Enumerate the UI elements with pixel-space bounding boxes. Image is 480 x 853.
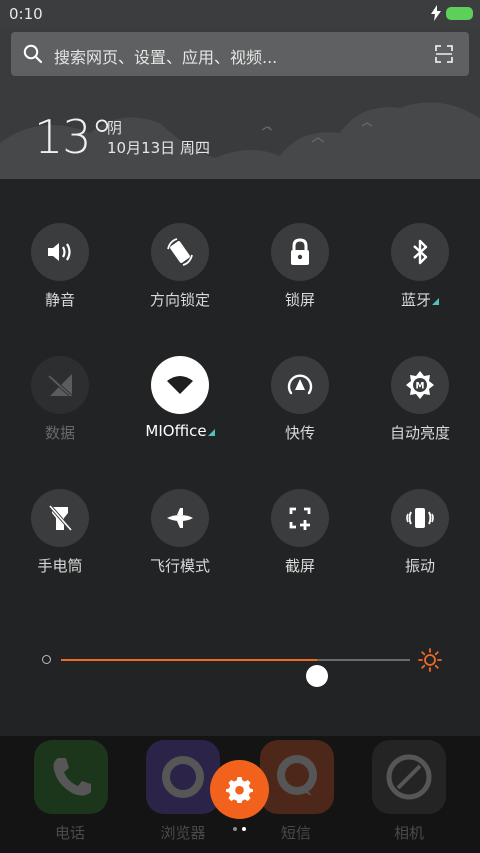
toggle-bluetooth-label: 蓝牙 bbox=[360, 289, 480, 310]
toggle-mute-label: 静音 bbox=[44, 291, 75, 309]
vibrate-icon bbox=[406, 508, 434, 528]
toggle-vibrate-label: 振动 bbox=[404, 557, 435, 575]
airplane-icon bbox=[167, 508, 193, 528]
mobile-data-off-icon bbox=[47, 374, 73, 398]
dock-label-camera: 相机 bbox=[393, 824, 424, 842]
search-icon bbox=[23, 44, 43, 64]
toggle-quick-transfer-label: 快传 bbox=[284, 424, 315, 442]
gear-icon bbox=[226, 777, 253, 803]
page-indicator bbox=[232, 827, 248, 833]
toggle-airplane[interactable]: 飞行模式 bbox=[120, 489, 240, 589]
brightness-slider[interactable] bbox=[38, 643, 443, 687]
weather-condition: 阴 bbox=[107, 119, 123, 137]
wifi-icon bbox=[167, 376, 193, 394]
speaker-icon bbox=[48, 243, 71, 261]
toggle-vibrate-circle[interactable] bbox=[391, 489, 449, 547]
page-dot bbox=[233, 827, 237, 831]
toggle-quick-transfer-circle[interactable] bbox=[271, 356, 329, 414]
browser-icon[interactable] bbox=[146, 740, 220, 814]
search-bar[interactable]: 搜索网页、设置、应用、视频... bbox=[11, 32, 469, 76]
rotation-lock-icon bbox=[167, 238, 193, 266]
brightness-high-icon bbox=[418, 648, 442, 672]
brightness-low-icon bbox=[42, 655, 51, 664]
toggle-quick-transfer[interactable]: 快传 bbox=[240, 356, 360, 456]
temperature: 13° bbox=[34, 110, 114, 164]
toggle-flashlight-label: 手电筒 bbox=[37, 557, 83, 575]
dock-label-phone: 电话 bbox=[54, 824, 85, 842]
screenshot-icon bbox=[289, 507, 311, 530]
toggle-bluetooth[interactable]: 蓝牙 bbox=[360, 223, 480, 323]
battery-icon bbox=[446, 7, 473, 20]
toggle-data-label: 数据 bbox=[44, 424, 75, 442]
toggle-data-circle[interactable] bbox=[31, 356, 89, 414]
toggle-wifi-label: MIOffice bbox=[120, 422, 240, 440]
toggle-rotation-lock-circle[interactable] bbox=[151, 223, 209, 281]
message-glyph bbox=[277, 755, 317, 796]
camera-icon[interactable] bbox=[372, 740, 446, 814]
toggle-mute-circle[interactable] bbox=[31, 223, 89, 281]
toggle-lock-screen[interactable]: 锁屏 bbox=[240, 223, 360, 323]
toggle-screenshot[interactable]: 截屏 bbox=[240, 489, 360, 589]
weather-date: 10月13日 周四 bbox=[107, 139, 210, 157]
camera-glyph bbox=[386, 754, 432, 800]
toggle-lock-screen-circle[interactable] bbox=[271, 223, 329, 281]
expand-indicator-icon[interactable] bbox=[432, 298, 439, 305]
toggle-flashlight-circle[interactable] bbox=[31, 489, 89, 547]
toggle-screenshot-label: 截屏 bbox=[284, 557, 315, 575]
dock-label-browser: 浏览器 bbox=[160, 824, 206, 842]
browser-glyph bbox=[162, 756, 204, 798]
quick-transfer-icon bbox=[287, 374, 313, 395]
message-icon[interactable] bbox=[260, 740, 334, 814]
toggle-auto-brightness-label: 自动亮度 bbox=[389, 424, 450, 442]
brightness-track[interactable] bbox=[61, 659, 410, 687]
toggle-rotation-lock-label: 方向锁定 bbox=[149, 291, 210, 309]
search-placeholder[interactable]: 搜索网页、设置、应用、视频... bbox=[54, 44, 277, 68]
phone-glyph bbox=[53, 758, 91, 796]
settings-button[interactable] bbox=[210, 760, 269, 819]
scan-icon[interactable] bbox=[435, 45, 453, 63]
svg-text:M: M bbox=[416, 382, 425, 392]
toggle-lock-screen-label: 锁屏 bbox=[284, 291, 315, 309]
toggle-screenshot-circle[interactable] bbox=[271, 489, 329, 547]
dock-label-message: 短信 bbox=[280, 824, 311, 842]
page-dot-active bbox=[242, 827, 246, 831]
brightness-fill bbox=[61, 659, 317, 661]
bluetooth-icon bbox=[413, 239, 428, 265]
toggle-wifi[interactable]: MIOffice bbox=[120, 356, 240, 456]
toggle-wifi-circle[interactable] bbox=[151, 356, 209, 414]
toggle-auto-brightness-circle[interactable]: M bbox=[391, 356, 449, 414]
expand-indicator-icon[interactable] bbox=[207, 429, 215, 436]
toggle-rotation-lock[interactable]: 方向锁定 bbox=[120, 223, 240, 323]
toggle-vibrate[interactable]: 振动 bbox=[360, 489, 480, 589]
brightness-thumb[interactable] bbox=[305, 665, 328, 687]
status-time: 0:10 bbox=[9, 5, 43, 23]
toggle-airplane-label: 飞行模式 bbox=[149, 557, 210, 575]
toggle-flashlight[interactable]: 手电筒 bbox=[0, 489, 120, 589]
flashlight-icon bbox=[48, 504, 73, 532]
charging-icon bbox=[431, 5, 441, 21]
toggle-airplane-circle[interactable] bbox=[151, 489, 209, 547]
toggle-auto-brightness[interactable]: M 自动亮度 bbox=[360, 356, 480, 456]
phone-icon[interactable] bbox=[34, 740, 108, 814]
auto-brightness-icon: M bbox=[406, 371, 434, 399]
status-bar: 0:10 bbox=[0, 0, 480, 28]
toggle-mute[interactable]: 静音 bbox=[0, 223, 120, 323]
wifi-network-name: MIOffice bbox=[145, 422, 207, 440]
toggle-bluetooth-circle[interactable] bbox=[391, 223, 449, 281]
toggle-data[interactable]: 数据 bbox=[0, 356, 120, 456]
bluetooth-label-text: 蓝牙 bbox=[400, 291, 431, 309]
lock-icon bbox=[291, 238, 309, 265]
weather-header: 搜索网页、设置、应用、视频... 13° 阴 10月13日 周四 bbox=[0, 28, 480, 179]
